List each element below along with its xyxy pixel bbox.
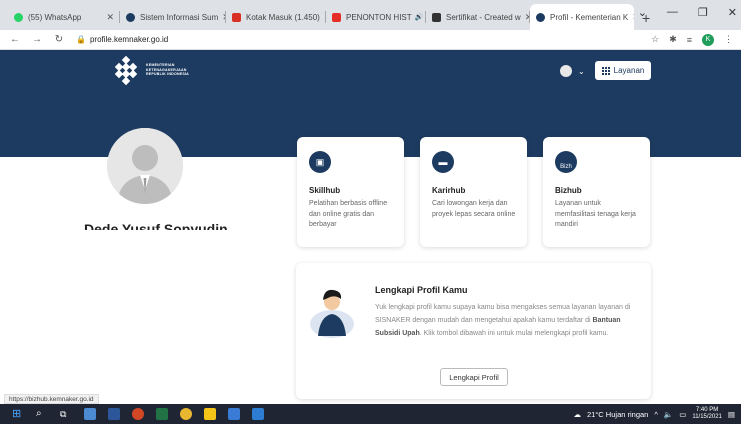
profile-photo — [107, 128, 183, 204]
windows-start-icon[interactable]: ⊞ — [12, 408, 24, 420]
volume-icon[interactable]: 🔈 — [664, 410, 673, 419]
biz-icon: Bizh — [555, 151, 577, 173]
tab-search-icon[interactable]: ⌄ — [638, 6, 647, 19]
default-avatar-icon — [107, 128, 183, 204]
clock-date: 11/15/2021 — [692, 414, 722, 420]
system-tray: ☁ 21°C Hujan ringan ^ 🔈 ▭ 7:40 PM 11/15/… — [573, 407, 741, 421]
powerpoint-icon[interactable] — [132, 408, 144, 420]
browser-tab-bar: (55) WhatsApp ✕ Sistem Informasi Sum ✕ K… — [0, 0, 741, 30]
skill-icon: ▣ — [309, 151, 331, 173]
grid-icon — [601, 66, 610, 75]
person-illustration-icon — [310, 289, 354, 338]
card-desc: Pelatihan berbasis offline dan online gr… — [309, 200, 388, 228]
logo-line: REPUBLIK INDONESIA — [146, 72, 189, 77]
tab-label: PENONTON HIST — [346, 12, 412, 22]
close-icon[interactable]: ✕ — [628, 12, 634, 23]
tab-label: Sistem Informasi Sum — [140, 12, 219, 22]
address-bar: ← → ↻ 🔒 profile.kemnaker.go.id ☆ ✱ ≡ K ⋮ — [0, 30, 741, 50]
layanan-label: Layanan — [613, 66, 645, 75]
card-karirhub[interactable]: ▬ Karirhub Cari lowongan kerja dan proye… — [420, 137, 527, 247]
panel-body: Yuk lengkapi profil kamu supaya kamu bis… — [375, 301, 633, 340]
card-title: Bizhub — [555, 186, 582, 195]
chevron-down-icon: ⌄ — [578, 66, 585, 76]
chevron-up-icon[interactable]: ^ — [654, 410, 658, 419]
sertifikat-icon — [432, 12, 441, 22]
layanan-button[interactable]: Layanan — [595, 61, 651, 80]
card-desc: Layanan untuk memfasilitasi tenaga kerja… — [555, 200, 636, 228]
audio-icon[interactable]: 🔊 — [415, 13, 424, 21]
search-icon[interactable]: ⌕ — [36, 408, 48, 420]
reading-list-icon[interactable]: ≡ — [687, 35, 692, 45]
tab-sistem-informasi[interactable]: Sistem Informasi Sum ✕ — [120, 4, 226, 30]
tab-profil[interactable]: Profil - Kementerian K ✕ — [530, 4, 634, 30]
card-title: Skillhub — [309, 186, 341, 195]
close-icon[interactable]: ✕ — [218, 12, 226, 23]
close-icon[interactable]: ✕ — [521, 12, 530, 23]
tab-label: Profil - Kementerian K — [550, 12, 629, 22]
card-bizhub[interactable]: Bizh Bizhub Layanan untuk memfasilitasi … — [543, 137, 650, 247]
kemnaker-icon — [536, 12, 545, 22]
notification-icon[interactable]: ▤ — [728, 410, 735, 419]
excel-icon[interactable] — [156, 408, 168, 420]
tab-label: Kotak Masuk (1.450) — [246, 12, 320, 22]
youtube-icon — [332, 12, 341, 22]
menu-icon[interactable]: ⋮ — [724, 34, 733, 45]
window-controls: ⌄ — ❐ ✕ — [638, 6, 737, 19]
user-avatar — [560, 65, 572, 77]
kemnaker-logo[interactable]: KEMENTERIAN KETENAGAKERJAAN REPUBLIK IND… — [112, 55, 189, 86]
gmail-icon — [232, 12, 241, 22]
task-view-icon[interactable]: ⧉ — [60, 408, 72, 420]
forward-icon[interactable]: → — [30, 34, 44, 45]
url-input[interactable]: profile.kemnaker.go.id — [90, 35, 168, 44]
card-skillhub[interactable]: ▣ Skillhub Pelatihan berbasis offline da… — [297, 137, 404, 247]
restore-icon[interactable]: ❐ — [698, 6, 708, 19]
taskbar: ⊞ ⌕ ⧉ ☁ 21°C Hujan ringan ^ 🔈 ▭ 7:40 PM … — [0, 404, 741, 424]
whatsapp-icon — [14, 12, 23, 22]
complete-profile-panel: Lengkapi Profil Kamu Yuk lengkapi profil… — [296, 263, 651, 399]
lengkapi-profil-button[interactable]: Lengkapi Profil — [440, 368, 508, 386]
clock-time: 7:40 PM — [695, 407, 719, 413]
tab-label: (55) WhatsApp — [28, 12, 82, 22]
briefcase-icon: ▬ — [432, 151, 454, 173]
file-explorer-icon[interactable] — [204, 408, 216, 420]
mail-icon[interactable] — [228, 408, 240, 420]
profile-avatar-icon[interactable]: K — [702, 33, 714, 46]
tab-whatsapp[interactable]: (55) WhatsApp ✕ — [8, 4, 120, 30]
back-icon[interactable]: ← — [8, 34, 22, 45]
kemnaker-icon — [126, 12, 135, 22]
tab-youtube[interactable]: PENONTON HIST 🔊 ✕ — [326, 4, 426, 30]
close-window-icon[interactable]: ✕ — [728, 6, 737, 19]
panel-title: Lengkapi Profil Kamu — [375, 285, 468, 295]
card-title: Karirhub — [432, 186, 466, 195]
close-icon[interactable]: ✕ — [102, 12, 114, 23]
user-menu-button[interactable]: ⌄ — [560, 65, 585, 77]
network-icon[interactable]: ▭ — [679, 410, 686, 419]
store-icon[interactable] — [252, 408, 264, 420]
extension-icon[interactable]: ✱ — [669, 34, 677, 45]
weather-icon[interactable]: ☁ — [573, 410, 581, 419]
weather-text[interactable]: 21°C Hujan ringan — [587, 410, 648, 419]
chrome-icon[interactable] — [180, 408, 192, 420]
tab-gmail[interactable]: Kotak Masuk (1.450) ✕ — [226, 4, 326, 30]
status-bar-url: https://bizhub.kemnaker.go.id — [4, 394, 99, 404]
profile-name: Dede Yusuf Sopyudin — [84, 221, 228, 230]
tab-sertifikat[interactable]: Sertifikat - Created w ✕ — [426, 4, 530, 30]
word-icon[interactable] — [108, 408, 120, 420]
clock[interactable]: 7:40 PM 11/15/2021 — [692, 407, 722, 421]
lock-icon[interactable]: 🔒 — [76, 35, 86, 44]
tab-label: Sertifikat - Created w — [446, 12, 521, 22]
reload-icon[interactable]: ↻ — [52, 34, 66, 45]
panel-body-text: . Klik tombol dibawah ini untuk mulai me… — [419, 330, 609, 337]
star-icon[interactable]: ☆ — [651, 34, 659, 45]
logo-mark-icon — [112, 55, 140, 86]
card-desc: Cari lowongan kerja dan proyek lepas sec… — [432, 200, 516, 218]
app-icon[interactable] — [84, 408, 96, 420]
minimize-icon[interactable]: — — [667, 6, 678, 19]
